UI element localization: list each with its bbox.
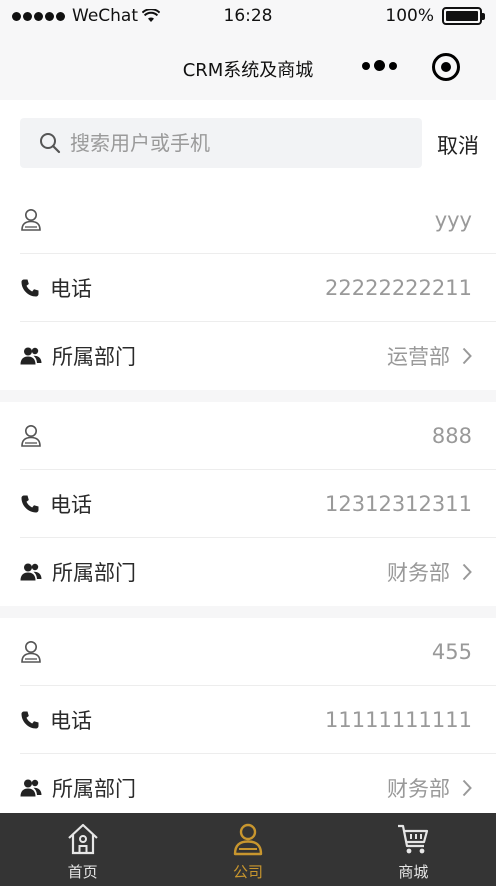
tab-mall[interactable]: 商城 xyxy=(331,813,496,886)
contact-dept-row[interactable]: 所属部门 运营部 xyxy=(20,322,496,390)
phone-label: 电话 xyxy=(50,276,92,301)
department-users-icon xyxy=(20,347,42,365)
contact-name: 455 xyxy=(431,639,472,664)
chevron-right-icon xyxy=(462,779,472,797)
dept-label: 所属部门 xyxy=(52,777,136,801)
battery-percent: 100% xyxy=(385,6,434,26)
contact-list: yyy 电话 22222222211 所属部门 运营部 888 电话 12312… xyxy=(0,186,496,834)
department-users-icon xyxy=(20,563,42,581)
more-menu-icon[interactable] xyxy=(362,60,397,71)
chevron-right-icon xyxy=(462,347,472,365)
phone-number: 11111111111 xyxy=(325,707,472,732)
user-outline-icon xyxy=(21,208,41,231)
phone-number: 12312312311 xyxy=(325,491,472,516)
contact-name: yyy xyxy=(434,207,472,232)
contact-name-row[interactable]: yyy xyxy=(20,186,496,254)
contact-name: 888 xyxy=(431,423,472,448)
battery-icon xyxy=(442,7,485,25)
phone-icon xyxy=(21,495,39,512)
chevron-right-icon xyxy=(462,563,472,581)
dept-name: 财务部 xyxy=(387,561,450,585)
contact-dept-row[interactable]: 所属部门 财务部 xyxy=(20,754,496,822)
search-bar: 取消 xyxy=(0,100,496,186)
tab-home[interactable]: 首页 xyxy=(0,813,165,886)
tab-company[interactable]: 公司 xyxy=(165,813,330,886)
phone-number: 22222222211 xyxy=(325,275,472,300)
cart-icon xyxy=(398,824,429,854)
close-miniprogram-icon[interactable] xyxy=(432,53,460,81)
company-user-icon xyxy=(233,823,263,856)
user-outline-icon xyxy=(21,424,41,447)
dept-name: 运营部 xyxy=(387,345,450,369)
dept-label: 所属部门 xyxy=(52,345,136,369)
status-right: 100% xyxy=(385,6,485,26)
user-outline-icon xyxy=(21,640,41,663)
home-icon xyxy=(67,823,98,855)
contact-card: yyy 电话 22222222211 所属部门 运营部 xyxy=(0,186,496,390)
contact-phone-row[interactable]: 电话 22222222211 xyxy=(20,254,496,322)
search-box[interactable] xyxy=(20,118,422,168)
contact-name-row[interactable]: 455 xyxy=(20,618,496,686)
contact-card: 455 电话 11111111111 所属部门 财务部 xyxy=(0,618,496,822)
department-users-icon xyxy=(20,779,42,797)
navigation-bar: CRM系统及商城 xyxy=(0,34,496,100)
cancel-button[interactable]: 取消 xyxy=(437,130,479,160)
contact-card: 888 电话 12312312311 所属部门 财务部 xyxy=(0,402,496,606)
page-title: CRM系统及商城 xyxy=(182,60,314,81)
tab-label: 公司 xyxy=(232,863,263,881)
tab-label: 商城 xyxy=(398,863,429,881)
tab-label: 首页 xyxy=(67,863,98,881)
phone-label: 电话 xyxy=(50,492,92,517)
search-input[interactable] xyxy=(70,131,390,155)
contact-phone-row[interactable]: 电话 12312312311 xyxy=(20,470,496,538)
tab-bar: 首页 公司 商城 xyxy=(0,813,496,886)
phone-icon xyxy=(21,711,39,728)
contact-name-row[interactable]: 888 xyxy=(20,402,496,470)
phone-label: 电话 xyxy=(50,708,92,733)
dept-name: 财务部 xyxy=(387,777,450,801)
contact-dept-row[interactable]: 所属部门 财务部 xyxy=(20,538,496,606)
search-icon xyxy=(40,133,61,154)
status-bar: WeChat 16:28 100% xyxy=(0,0,496,34)
phone-icon xyxy=(21,279,39,296)
dept-label: 所属部门 xyxy=(52,561,136,585)
contact-phone-row[interactable]: 电话 11111111111 xyxy=(20,686,496,754)
